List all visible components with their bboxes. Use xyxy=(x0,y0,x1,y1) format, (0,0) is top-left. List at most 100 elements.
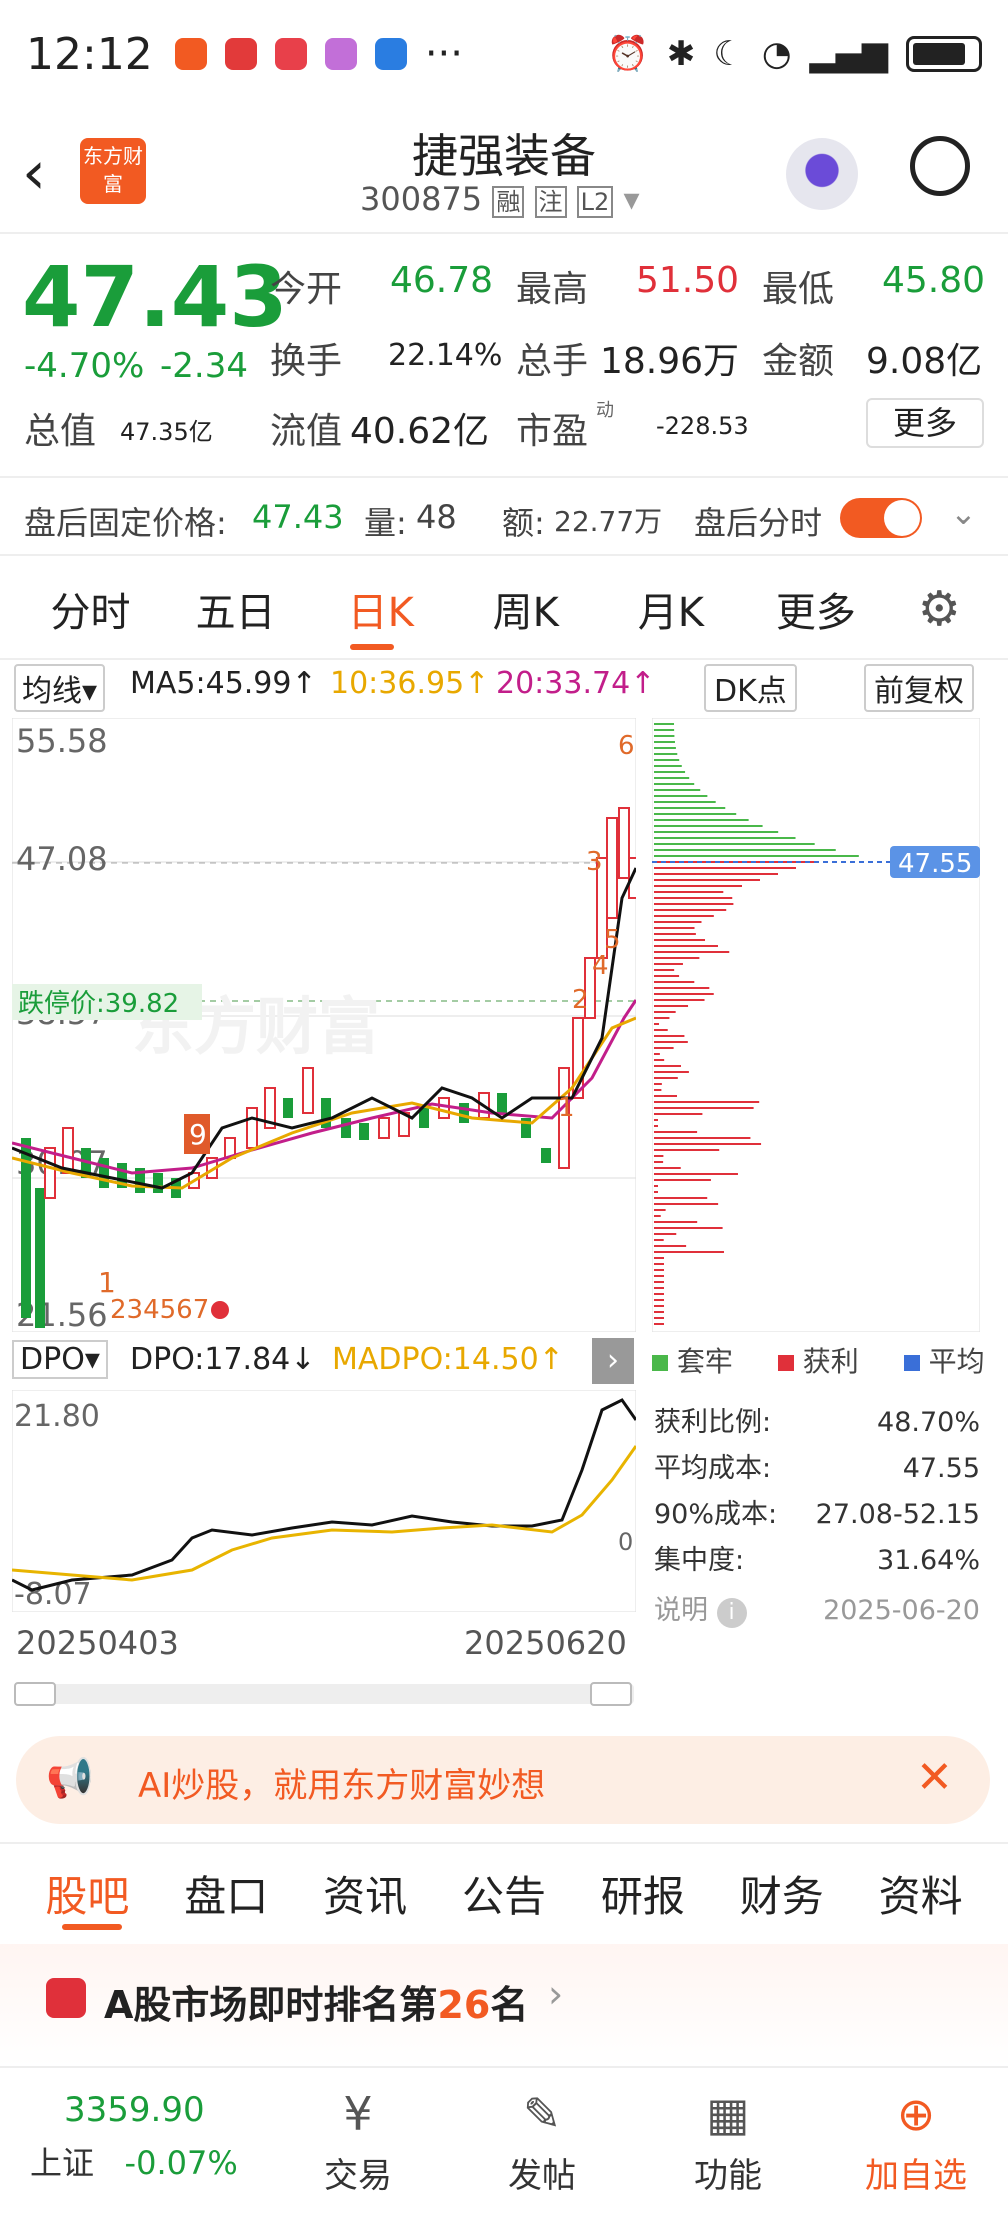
kline-chart[interactable]: 东方财富 55.58 47.08 38.57 30.07 21.56 跌停价:3… xyxy=(12,718,636,1332)
limit-down-text: 跌停价:39.82 xyxy=(18,989,179,1019)
nav-trade[interactable]: ¥ 交易 xyxy=(288,2068,428,2197)
after-hours-amt: 22.77万 xyxy=(554,505,663,538)
ma5-value: MA5:45.99↑ xyxy=(130,666,317,701)
stat-value: 27.08-52.15 xyxy=(815,1499,980,1530)
pe-label: 市盈 xyxy=(516,411,589,452)
after-hours-amt-label: 额: xyxy=(502,504,545,542)
range-handle-left[interactable] xyxy=(14,1682,56,1706)
tab-5day[interactable]: 五日 xyxy=(163,580,308,638)
nav-functions-label: 功能 xyxy=(694,2156,762,2196)
rank-suffix: 名 xyxy=(490,1983,529,2027)
dpo-y-top: 21.80 xyxy=(14,1399,100,1434)
tab-forum[interactable]: 股吧 xyxy=(18,1863,157,1924)
dpo-selector-label: DPO xyxy=(20,1342,85,1377)
madpo-value: MADPO:14.50↑ xyxy=(332,1342,564,1377)
dk-selector[interactable]: DK点 xyxy=(704,664,797,712)
dpo-selector[interactable]: DPO▾ xyxy=(12,1340,108,1379)
dpo-header: DPO▾ DPO:17.84↓ MADPO:14.50↑ › xyxy=(12,1338,636,1384)
candle xyxy=(459,1103,469,1123)
candle xyxy=(606,817,618,919)
legend-trapped-label: 套牢 xyxy=(676,1345,733,1378)
pe-sup: 动 xyxy=(596,400,614,421)
rank-banner[interactable]: A股市场即时排名第26名 › xyxy=(0,1944,1008,2066)
chevron-right-icon[interactable]: › xyxy=(548,1972,563,2016)
candle xyxy=(246,1107,258,1149)
app-icon-2 xyxy=(224,38,257,70)
gear-icon[interactable]: ⚙ xyxy=(888,581,990,637)
amount-value: 9.08亿 xyxy=(866,341,983,382)
after-hours-toggle[interactable] xyxy=(840,498,922,538)
candle xyxy=(438,1097,450,1119)
stat-label: 平均成本: xyxy=(654,1453,772,1484)
ma-selector[interactable]: 均线▾ xyxy=(14,664,106,712)
low-value: 45.80 xyxy=(882,260,986,301)
tab-news[interactable]: 资讯 xyxy=(296,1863,435,1924)
info-icon[interactable]: i xyxy=(716,1598,747,1628)
nav-add-watchlist[interactable]: ⊕ 加自选 xyxy=(846,2068,986,2197)
more-notifications: ··· xyxy=(424,31,463,77)
plus-circle-icon: ⊕ xyxy=(896,2087,936,2141)
candle xyxy=(378,1117,390,1139)
ma-selector-label: 均线 xyxy=(22,674,82,709)
collapse-arrow-button[interactable]: › xyxy=(592,1338,634,1384)
edit-icon: ✎ xyxy=(522,2087,562,2141)
signal-tag-9: 9 xyxy=(189,1118,207,1151)
candle xyxy=(302,1067,314,1114)
tab-orderbook[interactable]: 盘口 xyxy=(157,1863,296,1924)
legend-trapped: 套牢 xyxy=(652,1345,733,1378)
yen-icon: ¥ xyxy=(343,2087,373,2141)
range-handle-right[interactable] xyxy=(590,1682,632,1706)
wifi-icon: ◔ xyxy=(761,34,792,74)
candle xyxy=(359,1123,369,1140)
chip-note[interactable]: 说明 i xyxy=(654,1588,747,1634)
mcap-label: 总值 xyxy=(24,411,97,452)
candle xyxy=(283,1098,293,1118)
tab-profile[interactable]: 资料 xyxy=(851,1863,990,1924)
tab-monthly-k[interactable]: 月K xyxy=(598,580,743,638)
float-label: 流值 xyxy=(270,411,343,452)
chevron-down-icon[interactable]: ▾ xyxy=(623,180,639,218)
ai-banner[interactable]: 📢 AI炒股，就用东方财富妙想 ✕ xyxy=(16,1736,990,1824)
robot-avatar[interactable] xyxy=(786,138,858,210)
float-value: 40.62亿 xyxy=(350,411,490,452)
signal-tag-2: 2 xyxy=(572,985,589,1015)
nav-post[interactable]: ✎ 发帖 xyxy=(472,2068,612,2197)
candle xyxy=(62,1127,74,1174)
y-label-2: 47.08 xyxy=(16,840,108,878)
status-time: 12:12 xyxy=(26,28,153,80)
chevron-down-icon[interactable]: ⌄ xyxy=(950,494,977,532)
candle xyxy=(35,1188,45,1328)
signal-tag-4: 4 xyxy=(592,951,609,981)
dpo-chart[interactable]: 21.80 -8.07 0 xyxy=(12,1390,636,1612)
legend-profit: 获利 xyxy=(777,1345,859,1378)
tab-more[interactable]: 更多 xyxy=(743,580,888,638)
app-icon-4 xyxy=(324,38,357,70)
nav-add-watchlist-label: 加自选 xyxy=(865,2156,967,2196)
moon-icon: ☾ xyxy=(713,34,744,74)
stat-label: 集中度: xyxy=(654,1545,745,1576)
legend-average-label: 平均 xyxy=(928,1345,985,1378)
fq-selector[interactable]: 前复权 xyxy=(864,664,974,712)
price-change: -2.34 xyxy=(160,346,248,386)
stat-row: 获利比例: 48.70% xyxy=(654,1400,980,1446)
tab-weekly-k[interactable]: 周K xyxy=(453,580,598,638)
more-button[interactable]: 更多 xyxy=(866,398,984,448)
last-price: 47.43 xyxy=(22,248,288,346)
turnover-label: 换手 xyxy=(270,341,343,382)
open-value: 46.78 xyxy=(390,260,494,301)
nav-functions[interactable]: ▦ 功能 xyxy=(658,2068,798,2197)
margin-badge: 融 xyxy=(492,186,525,218)
close-icon[interactable]: ✕ xyxy=(916,1752,953,1803)
volume-value: 18.96万 xyxy=(600,341,740,382)
tab-daily-k[interactable]: 日K xyxy=(308,580,453,638)
search-icon[interactable] xyxy=(910,136,970,196)
tab-finance[interactable]: 财务 xyxy=(712,1863,851,1924)
high-value: 51.50 xyxy=(636,260,740,301)
status-bar: 12:12 ··· ⏰ ✱ ☾ ◔ ▂▄▆ xyxy=(0,0,1008,108)
tab-research[interactable]: 研报 xyxy=(573,1863,712,1924)
tab-intraday[interactable]: 分时 xyxy=(18,580,163,638)
index-widget[interactable]: 3359.90 上证 -0.07% xyxy=(30,2090,280,2184)
range-slider-track[interactable] xyxy=(14,1682,634,1706)
tab-announcements[interactable]: 公告 xyxy=(435,1863,574,1924)
x-label-start: 20250403 xyxy=(16,1624,179,1662)
